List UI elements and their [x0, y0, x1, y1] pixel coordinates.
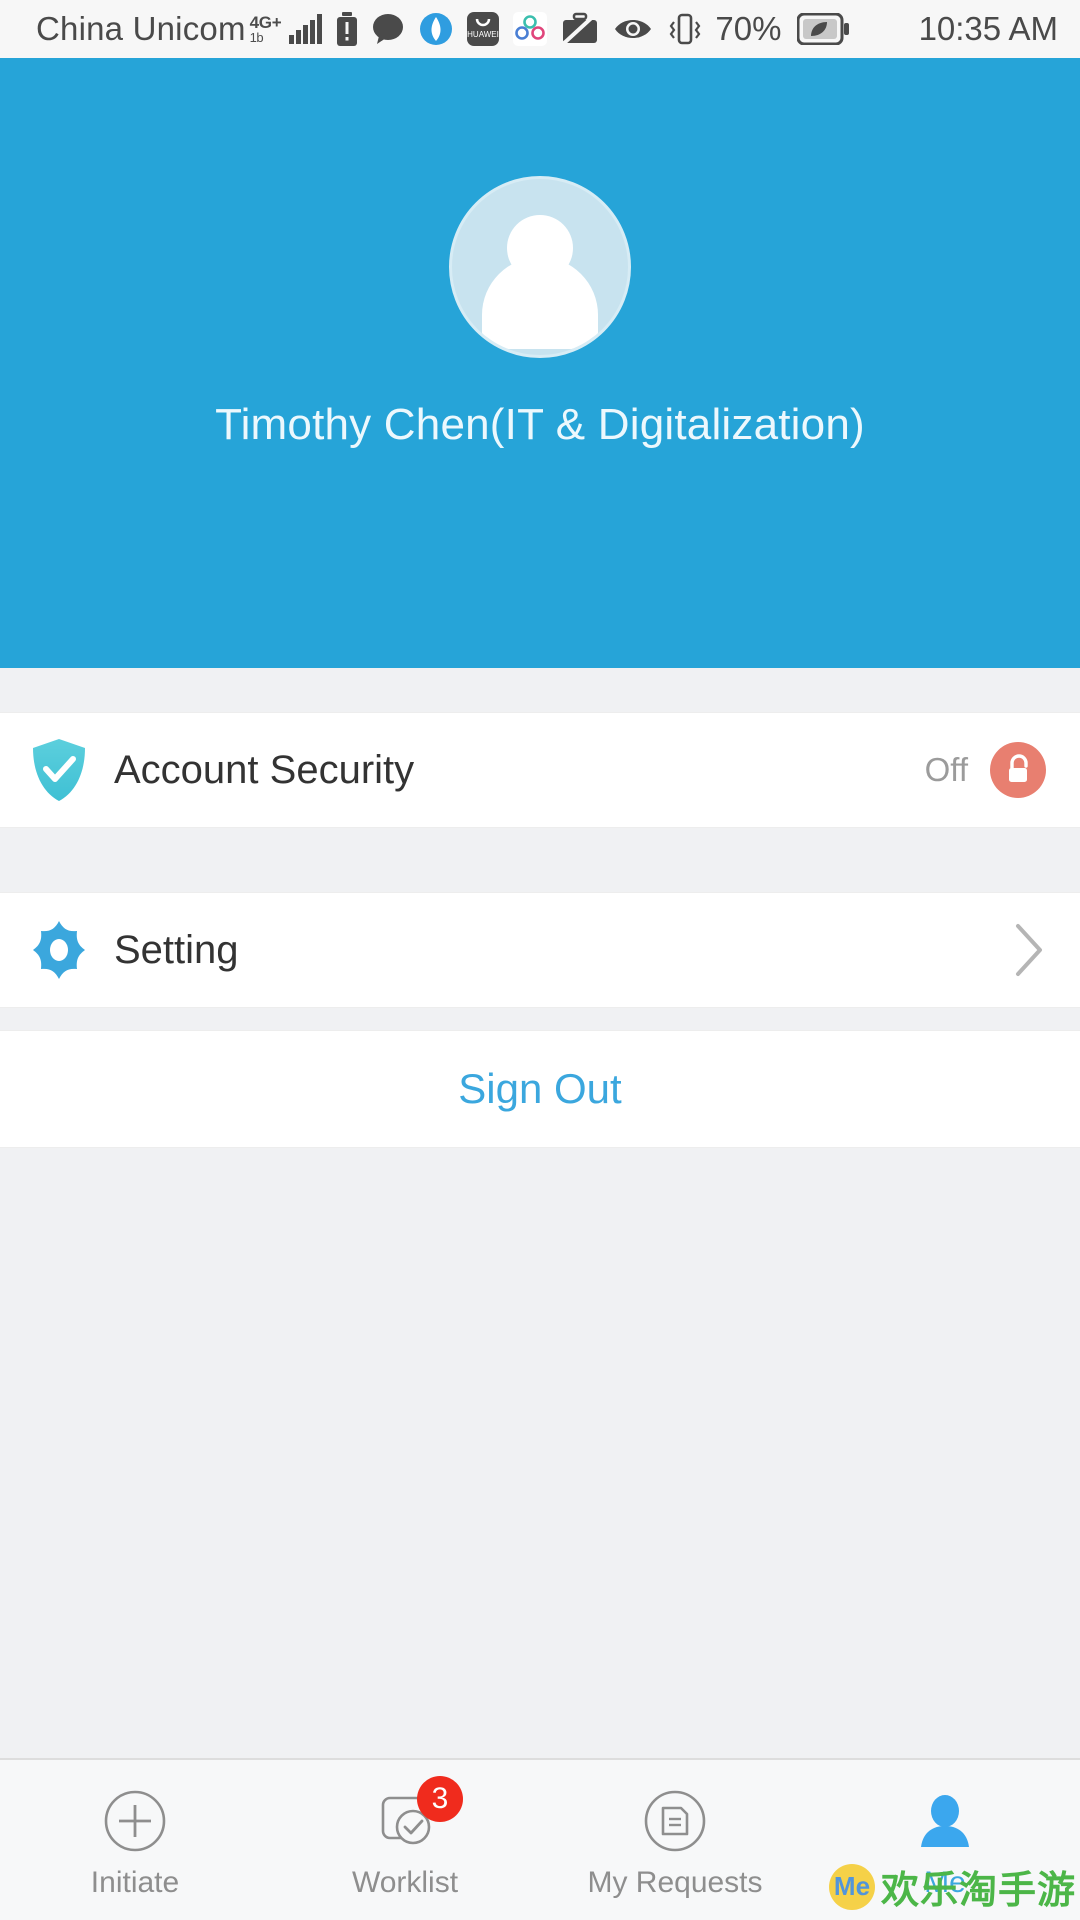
tab-label-initiate: Initiate	[90, 1866, 180, 1899]
eye-comfort-icon	[613, 15, 653, 43]
network-type-label: 4G+ 1b	[250, 14, 282, 44]
tab-my-requests[interactable]: My Requests	[540, 1760, 810, 1920]
tab-initiate[interactable]: Initiate	[0, 1760, 270, 1920]
profile-name: Timothy Chen(IT & Digitalization)	[215, 400, 865, 449]
message-bubble-icon	[371, 13, 405, 45]
app-root: China Unicom 4G+ 1b HUAWEI 70% 10:35 AM …	[0, 0, 1080, 1920]
row-label-account-security: Account Security	[114, 747, 415, 792]
plus-circle-icon	[103, 1788, 167, 1854]
person-icon	[913, 1788, 977, 1854]
profile-header: Timothy Chen(IT & Digitalization)	[0, 58, 1080, 668]
worklist-check-icon: 3	[373, 1776, 463, 1854]
browser-icon	[419, 12, 453, 46]
tab-me[interactable]: Me	[810, 1760, 1080, 1920]
page-background	[0, 1148, 1080, 1758]
huawei-appgallery-icon: HUAWEI	[467, 12, 500, 46]
gear-icon	[28, 919, 90, 981]
sync-icon	[513, 12, 548, 46]
signal-bars-icon	[289, 14, 323, 44]
tab-label-worklist: Worklist	[351, 1866, 459, 1899]
chevron-right-icon	[1012, 922, 1046, 978]
row-setting[interactable]: Setting	[0, 892, 1080, 1008]
avatar-body-icon	[482, 257, 598, 349]
carrier-label: China Unicom	[36, 10, 246, 47]
section-gap-top	[0, 668, 1080, 712]
row-account-security[interactable]: Account Security Off	[0, 712, 1080, 828]
avatar[interactable]	[449, 176, 631, 358]
account-security-status: Off	[924, 751, 968, 788]
bottom-tab-bar: Initiate 3 Worklist My Requests Me Me 欢乐…	[0, 1758, 1080, 1920]
section-gap-middle	[0, 828, 1080, 892]
sim-alert-icon	[337, 12, 358, 46]
clock-label: 10:35 AM	[918, 10, 1058, 47]
battery-saver-icon	[797, 13, 850, 45]
section-gap-signout	[0, 1008, 1080, 1030]
unlock-icon[interactable]	[990, 742, 1046, 798]
tab-label-me: Me	[924, 1866, 966, 1899]
work-mode-off-icon	[561, 12, 600, 46]
sign-out-button[interactable]: Sign Out	[0, 1030, 1080, 1148]
network-type-text: 4G+	[249, 13, 282, 32]
tab-label-my-requests: My Requests	[587, 1866, 763, 1899]
sign-out-label: Sign Out	[458, 1065, 622, 1112]
status-bar: China Unicom 4G+ 1b HUAWEI 70% 10:35 AM	[0, 0, 1080, 58]
vibrate-icon	[667, 12, 703, 46]
worklist-badge: 3	[417, 1776, 463, 1822]
battery-percent-label: 70%	[715, 10, 782, 47]
svg-text:HUAWEI: HUAWEI	[468, 30, 500, 39]
network-sub-text: 1b	[249, 30, 264, 45]
tab-worklist[interactable]: 3 Worklist	[270, 1760, 540, 1920]
row-label-setting: Setting	[114, 927, 239, 972]
status-icons: 4G+ 1b HUAWEI 70%	[246, 10, 909, 48]
document-circle-icon	[643, 1788, 707, 1854]
shield-check-icon	[28, 738, 90, 802]
